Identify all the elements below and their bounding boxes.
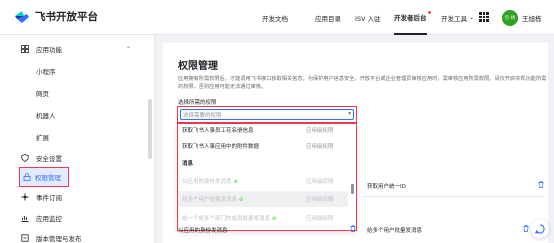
dropdown-option[interactable]: 给一个或多个部门的成员批量发消息 ⊘ 应用级权限 bbox=[178, 210, 348, 226]
option-name: 给一个或多个部门的成员批量发消息 bbox=[182, 216, 271, 222]
sidebar-item-label: 应用监控 bbox=[36, 215, 62, 223]
page-description: 应用拥有所需权限后，才能调用飞书接口获取相关信息。为保护用户信息安全，开放平台或… bbox=[178, 76, 547, 90]
sidebar-item-label: 网页 bbox=[36, 90, 49, 98]
permission-dropdown: 获取飞书人事员工花名册信息 应用级权限 获取飞书人事应用中的附件数据 应用级权限… bbox=[177, 123, 357, 231]
sidebar-item-version[interactable]: 版本管理与发布 bbox=[0, 228, 148, 243]
dropdown-scrollbar[interactable] bbox=[351, 184, 354, 194]
row-divider bbox=[363, 196, 543, 197]
sidebar-item-bot[interactable]: 机器人 bbox=[0, 105, 148, 125]
permission-row-label: 以应用的身份发消息 bbox=[178, 228, 228, 234]
chevron-up-icon: ⌃ bbox=[126, 45, 132, 53]
dropdown-option[interactable]: 以应用的身份发消息 ⊘ 应用级权限 bbox=[178, 173, 348, 189]
option-type: 应用级权限 bbox=[306, 179, 334, 185]
feishu-logo-icon bbox=[15, 11, 29, 23]
permission-select[interactable]: 选择需要的权限 ▾ bbox=[177, 106, 357, 123]
app-grid-icon[interactable] bbox=[479, 12, 489, 22]
chevron-down-icon: ⌄ bbox=[469, 14, 475, 21]
check-circle-icon: ⊘ bbox=[239, 197, 244, 203]
nav-isv-label: ISV 入驻 bbox=[355, 14, 381, 23]
sidebar-item-app-feature[interactable]: 应用功能 ⌃ bbox=[0, 39, 148, 59]
option-name: 获取飞书人事应用中的附件数据 bbox=[182, 144, 260, 150]
option-type: 应用级权限 bbox=[306, 128, 334, 134]
sidebar: 应用功能 ⌃ 小程序 网页 机器人 扩展 安全设置 权限管理 事件订阅 应用监控… bbox=[0, 35, 155, 243]
sidebar-item-monitor[interactable]: 应用监控 bbox=[0, 208, 148, 228]
sidebar-item-mini-program[interactable]: 小程序 bbox=[0, 61, 148, 81]
sidebar-item-web[interactable]: 网页 bbox=[0, 83, 148, 103]
dropdown-option[interactable]: 给多个用户批量发消息 ⊘ 应用级权限 bbox=[178, 191, 348, 207]
event-icon bbox=[21, 193, 29, 201]
app-feature-icon bbox=[21, 45, 29, 53]
permission-row-label: 获取用户统一ID bbox=[367, 184, 406, 190]
shield-icon bbox=[21, 154, 29, 162]
trash-icon[interactable] bbox=[538, 181, 544, 188]
help-chat-button[interactable] bbox=[531, 220, 549, 238]
chat-icon bbox=[535, 224, 545, 234]
sidebar-item-label: 机器人 bbox=[36, 112, 56, 120]
sidebar-item-events[interactable]: 事件订阅 bbox=[0, 187, 148, 207]
nav-developer-console-label: 开发者后台 bbox=[394, 13, 427, 22]
permission-select-placeholder: 选择需要的权限 bbox=[183, 113, 222, 119]
nav-isv[interactable]: ISV 入驻 bbox=[355, 0, 381, 35]
option-type: 应用级权限 bbox=[306, 197, 334, 203]
brand-logo[interactable]: 飞书开放平台 bbox=[14, 9, 98, 25]
sidebar-item-label: 扩展 bbox=[36, 134, 49, 142]
page-title: 权限管理 bbox=[178, 61, 218, 72]
trash-icon[interactable] bbox=[523, 225, 529, 232]
lock-icon bbox=[23, 173, 31, 181]
nav-dev-tools-label: 开发工具 bbox=[441, 14, 467, 23]
nav-docs-label: 开发文档 bbox=[262, 14, 288, 23]
sidebar-item-label: 小程序 bbox=[36, 68, 56, 76]
nav-docs[interactable]: 开发文档 bbox=[262, 0, 288, 35]
sidebar-item-label: 应用功能 bbox=[36, 46, 62, 54]
check-circle-icon: ⊘ bbox=[233, 179, 238, 185]
user-name[interactable]: 王旭栋 bbox=[522, 13, 542, 23]
permission-select-label: 选择所需的权限 bbox=[178, 100, 217, 106]
option-name: 获取飞书人事员工花名册信息 bbox=[182, 128, 254, 134]
check-circle-icon: ⊘ bbox=[272, 216, 277, 222]
nav-app-directory-label: 应用目录 bbox=[315, 14, 341, 23]
dropdown-option[interactable]: 获取飞书人事员工花名册信息 应用级权限 bbox=[178, 124, 348, 138]
option-type: 应用级权限 bbox=[306, 144, 334, 150]
sidebar-item-extension[interactable]: 扩展 bbox=[0, 127, 148, 147]
nav-dev-tools[interactable]: 开发工具 ⌄ bbox=[441, 0, 474, 35]
sidebar-item-label: 事件订阅 bbox=[36, 194, 62, 202]
option-type: 应用级权限 bbox=[306, 216, 334, 222]
sidebar-item-security[interactable]: 安全设置 bbox=[0, 148, 148, 168]
top-nav-bar: 飞书开放平台 开发文档 应用目录 ISV 入驻 开发者后台 开发工具 ⌄ 包 杨 … bbox=[0, 0, 554, 35]
dropdown-group-title: 消息 bbox=[182, 161, 194, 167]
sidebar-item-label: 权限管理 bbox=[35, 174, 61, 182]
sidebar-item-label: 安全设置 bbox=[36, 155, 62, 163]
nav-app-directory[interactable]: 应用目录 bbox=[315, 0, 341, 35]
sidebar-item-permission[interactable]: 权限管理 bbox=[19, 167, 69, 187]
avatar[interactable]: 包 杨 bbox=[502, 10, 518, 26]
trash-icon[interactable] bbox=[350, 225, 356, 232]
permission-row-label: 给多个用户批量发消息 bbox=[367, 228, 423, 234]
version-icon bbox=[21, 234, 29, 242]
option-name: 以应用的身份发消息 bbox=[182, 179, 232, 185]
option-name: 给多个用户批量发消息 bbox=[182, 197, 238, 203]
sidebar-item-label: 版本管理与发布 bbox=[36, 235, 82, 243]
brand-title: 飞书开放平台 bbox=[35, 11, 98, 23]
monitor-icon bbox=[21, 216, 29, 222]
nav-developer-console[interactable]: 开发者后台 bbox=[394, 0, 431, 35]
sidebar-scrollbar[interactable] bbox=[148, 99, 152, 159]
chevron-down-icon: ▾ bbox=[348, 111, 351, 117]
notification-dot bbox=[427, 11, 431, 14]
dropdown-option[interactable]: 获取飞书人事应用中的附件数据 应用级权限 bbox=[178, 138, 348, 154]
